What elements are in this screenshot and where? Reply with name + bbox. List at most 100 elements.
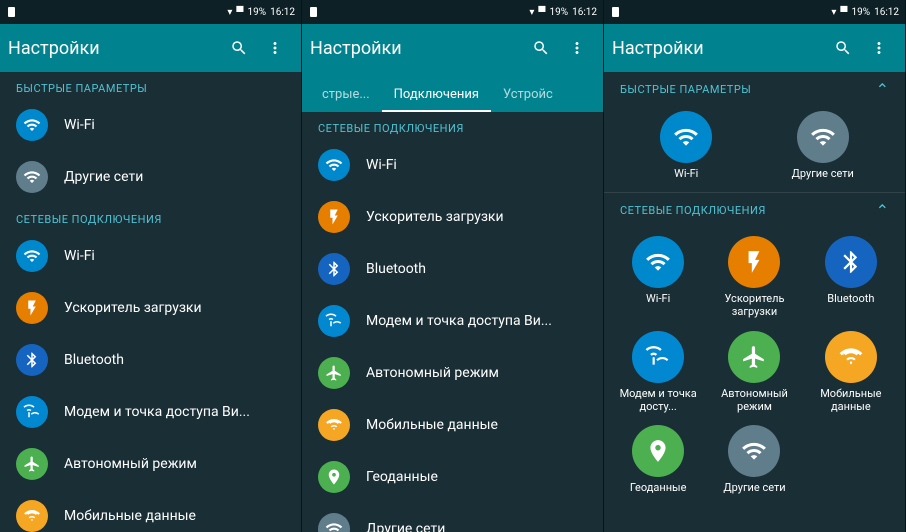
sim-icon-3 [610, 6, 622, 18]
time-2: 16:12 [572, 7, 597, 18]
wifi-grid-label-3: Wi-Fi [646, 292, 670, 305]
menu-button-3[interactable] [861, 30, 897, 66]
list-item-modem-2[interactable]: Модем и точка доступа Ви... [302, 295, 603, 347]
geo-label-2: Геоданные [366, 469, 438, 485]
grid-item-boost-3[interactable]: Ускоритель загрузки [708, 232, 800, 322]
menu-button-2[interactable] [559, 30, 595, 66]
airplane-label-2: Автономный режим [366, 365, 499, 381]
time-3: 16:12 [874, 7, 899, 18]
list-item-bluetooth-1[interactable]: Bluetooth [0, 334, 301, 386]
search-button-1[interactable] [221, 30, 257, 66]
status-bar-right-2: ▾ ▀ 19% 16:12 [529, 7, 597, 18]
wifi-status-icon-2: ▾ [529, 7, 534, 18]
list-item-airplane-1[interactable]: Автономный режим [0, 438, 301, 490]
section-label-net-2: СЕТЕВЫЕ ПОДКЛЮЧЕНИЯ [302, 112, 603, 139]
wifi-icon-2 [318, 149, 350, 181]
other-icon-2 [318, 513, 350, 532]
modem-icon-2 [318, 305, 350, 337]
other-net-icon-quick-1 [16, 161, 48, 193]
status-bar-left-1 [6, 6, 18, 18]
list-item-modem-1[interactable]: Модем и точка доступа Ви... [0, 386, 301, 438]
section-label-net-3: СЕТЕВЫЕ ПОДКЛЮЧЕНИЯ [620, 204, 766, 217]
boost-icon-2 [318, 201, 350, 233]
section-label-quick-1: БЫСТРЫЕ ПАРАМЕТРЫ [0, 72, 301, 99]
signal-icon-2: ▀ [538, 7, 545, 18]
list-item-mobile-2[interactable]: Мобильные данные [302, 399, 603, 451]
header-3: Настройки [604, 24, 905, 72]
status-bar-left-2 [308, 6, 320, 18]
grid-item-airplane-3[interactable]: Автономный режим [708, 327, 800, 417]
wifi-grid-label-quick-3: Wi-Fi [674, 167, 698, 180]
list-item-geo-2[interactable]: Геоданные [302, 451, 603, 503]
section-header-quick-3: БЫСТРЫЕ ПАРАМЕТРЫ ⌃ [604, 72, 905, 103]
grid-item-wifi-quick-3[interactable]: Wi-Fi [620, 107, 753, 184]
list-item-wifi-2[interactable]: Wi-Fi [302, 139, 603, 191]
wifi-icon-quick-1 [16, 109, 48, 141]
list-item-boost-2[interactable]: Ускоритель загрузки [302, 191, 603, 243]
header-2: Настройки [302, 24, 603, 72]
chevron-net-3[interactable]: ⌃ [876, 201, 889, 220]
modem-grid-circle-3 [632, 331, 684, 383]
list-item-airplane-2[interactable]: Автономный режим [302, 347, 603, 399]
battery-pct-2: 19% [550, 7, 569, 18]
airplane-icon-2 [318, 357, 350, 389]
bluetooth-label-2: Bluetooth [366, 261, 426, 277]
wifi-status-icon-3: ▾ [831, 7, 836, 18]
grid-item-modem-3[interactable]: Модем и точка досту... [612, 327, 704, 417]
bluetooth-icon-2 [318, 253, 350, 285]
bluetooth-grid-label-3: Bluetooth [827, 292, 874, 305]
section-header-net-3: СЕТЕВЫЕ ПОДКЛЮЧЕНИЯ ⌃ [604, 193, 905, 224]
list-item-bluetooth-2[interactable]: Bluetooth [302, 243, 603, 295]
other-net-grid-circle-3 [728, 425, 780, 477]
status-bar-1: ▾ ▀ 19% 16:12 [0, 0, 301, 24]
menu-button-1[interactable] [257, 30, 293, 66]
wifi-label-2: Wi-Fi [366, 157, 397, 173]
tab-quick-2[interactable]: стрые... [310, 79, 382, 112]
status-bar-right-3: ▾ ▀ 19% 16:12 [831, 7, 899, 18]
status-bar-2: ▾ ▀ 19% 16:12 [302, 0, 603, 24]
tabs-bar-2: стрые... Подключения Устройс [302, 72, 603, 112]
grid-item-wifi-3[interactable]: Wi-Fi [612, 232, 704, 322]
list-item-wifi-quick-1[interactable]: Wi-Fi [0, 99, 301, 151]
wifi-icon-1 [16, 240, 48, 272]
header-title-2: Настройки [310, 38, 523, 59]
other-net-grid-label-3: Другие сети [723, 481, 785, 494]
wifi-label-1: Wi-Fi [64, 248, 95, 264]
tab-connections-2[interactable]: Подключения [382, 79, 491, 112]
geo-grid-label-3: Геоданные [630, 481, 687, 494]
geo-icon-2 [318, 461, 350, 493]
section-label-net-1: СЕТЕВЫЕ ПОДКЛЮЧЕНИЯ [0, 203, 301, 230]
grid-item-other-net-3[interactable]: Другие сети [708, 421, 800, 498]
search-button-3[interactable] [825, 30, 861, 66]
list-item-other-net-quick-1[interactable]: Другие сети [0, 151, 301, 203]
section-label-quick-3: БЫСТРЫЕ ПАРАМЕТРЫ [620, 83, 751, 96]
bluetooth-icon-1 [16, 344, 48, 376]
list-item-mobile-1[interactable]: Мобильные данные [0, 490, 301, 532]
panel-3: ▾ ▀ 19% 16:12 Настройки БЫСТРЫЕ ПАРАМЕТР… [604, 0, 906, 532]
bluetooth-label-1: Bluetooth [64, 352, 124, 368]
list-item-wifi-1[interactable]: Wi-Fi [0, 230, 301, 282]
modem-icon-1 [16, 396, 48, 428]
mobile-grid-circle-3 [825, 331, 877, 383]
quick-grid-3: Wi-Fi Другие сети [604, 103, 905, 192]
boost-label-2: Ускоритель загрузки [366, 209, 504, 225]
mobile-icon-2 [318, 409, 350, 441]
signal-icon-3: ▀ [840, 7, 847, 18]
grid-item-bluetooth-3[interactable]: Bluetooth [805, 232, 897, 322]
other-net-quick-label-1: Другие сети [64, 169, 143, 185]
tab-devices-2[interactable]: Устройс [491, 79, 565, 112]
list-item-other-2[interactable]: Другие сети [302, 503, 603, 532]
search-button-2[interactable] [523, 30, 559, 66]
header-1: Настройки [0, 24, 301, 72]
panel-1: ▾ ▀ 19% 16:12 Настройки БЫСТРЫЕ ПАРАМЕТР… [0, 0, 302, 532]
grid-item-geo-3[interactable]: Геоданные [612, 421, 704, 498]
chevron-quick-3[interactable]: ⌃ [876, 80, 889, 99]
airplane-label-1: Автономный режим [64, 456, 197, 472]
modem-grid-label-3: Модем и точка досту... [616, 387, 700, 413]
battery-pct-3: 19% [852, 7, 871, 18]
status-bar-left-3 [610, 6, 622, 18]
bluetooth-grid-circle-3 [825, 236, 877, 288]
grid-item-other-quick-3[interactable]: Другие сети [757, 107, 890, 184]
grid-item-mobile-3[interactable]: Мобильные данные [805, 327, 897, 417]
list-item-boost-1[interactable]: Ускоритель загрузки [0, 282, 301, 334]
